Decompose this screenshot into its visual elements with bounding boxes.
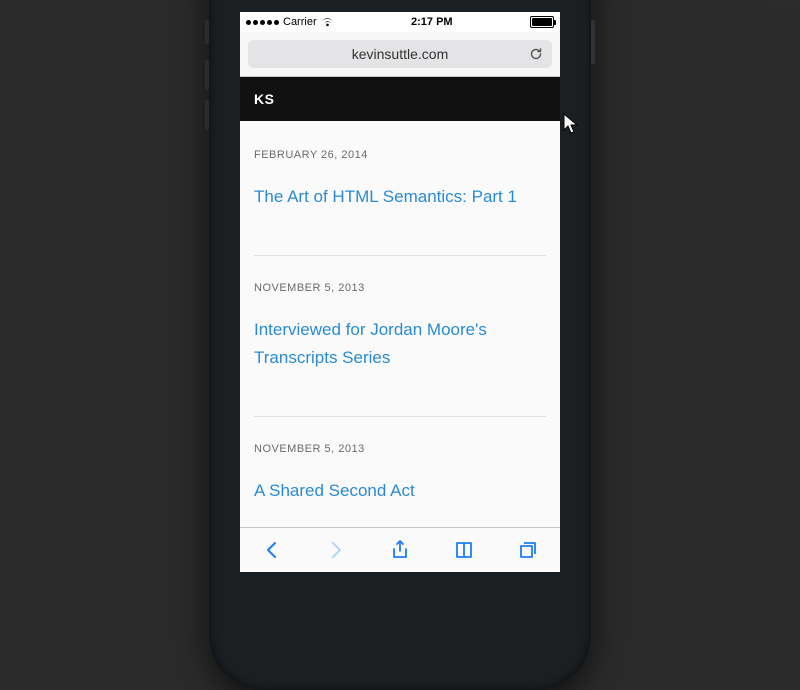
status-bar: Carrier 2:17 PM — [240, 12, 560, 32]
post-item: NOVEMBER 5, 2013 Interviewed for Jordan … — [254, 282, 546, 417]
post-date: NOVEMBER 5, 2013 — [254, 282, 546, 294]
status-bar-left: Carrier — [246, 16, 334, 28]
phone-screen: Carrier 2:17 PM kevinsuttle.com — [240, 12, 560, 572]
reload-icon[interactable] — [528, 46, 544, 62]
battery-icon — [530, 16, 554, 28]
status-bar-right — [530, 16, 554, 28]
post-list[interactable]: FEBRUARY 26, 2014 The Art of HTML Semant… — [240, 121, 560, 569]
tabs-button[interactable] — [517, 539, 539, 561]
browser-address-bar: kevinsuttle.com — [240, 32, 560, 77]
post-link[interactable]: A Shared Second Act — [254, 481, 415, 500]
site-brand[interactable]: KS — [254, 91, 274, 107]
phone-volume-down — [205, 100, 209, 130]
cell-signal-icon — [246, 20, 279, 25]
wifi-icon — [321, 17, 334, 27]
phone-volume-up — [205, 60, 209, 90]
forward-button — [325, 539, 347, 561]
phone-device-frame: Carrier 2:17 PM kevinsuttle.com — [209, 0, 591, 690]
phone-mute-switch — [205, 20, 209, 44]
site-header: KS — [240, 77, 560, 121]
post-date: NOVEMBER 5, 2013 — [254, 443, 546, 455]
status-time: 2:17 PM — [411, 16, 453, 28]
browser-toolbar — [240, 527, 560, 572]
share-button[interactable] — [389, 539, 411, 561]
post-item: FEBRUARY 26, 2014 The Art of HTML Semant… — [254, 149, 546, 256]
post-date: FEBRUARY 26, 2014 — [254, 149, 546, 161]
post-link[interactable]: Interviewed for Jordan Moore's Transcrip… — [254, 320, 487, 367]
phone-power-button — [591, 20, 595, 64]
bookmarks-button[interactable] — [453, 539, 475, 561]
back-button[interactable] — [261, 539, 283, 561]
carrier-label: Carrier — [283, 16, 317, 28]
url-text: kevinsuttle.com — [352, 46, 448, 62]
url-field[interactable]: kevinsuttle.com — [248, 40, 552, 68]
post-link[interactable]: The Art of HTML Semantics: Part 1 — [254, 187, 517, 206]
